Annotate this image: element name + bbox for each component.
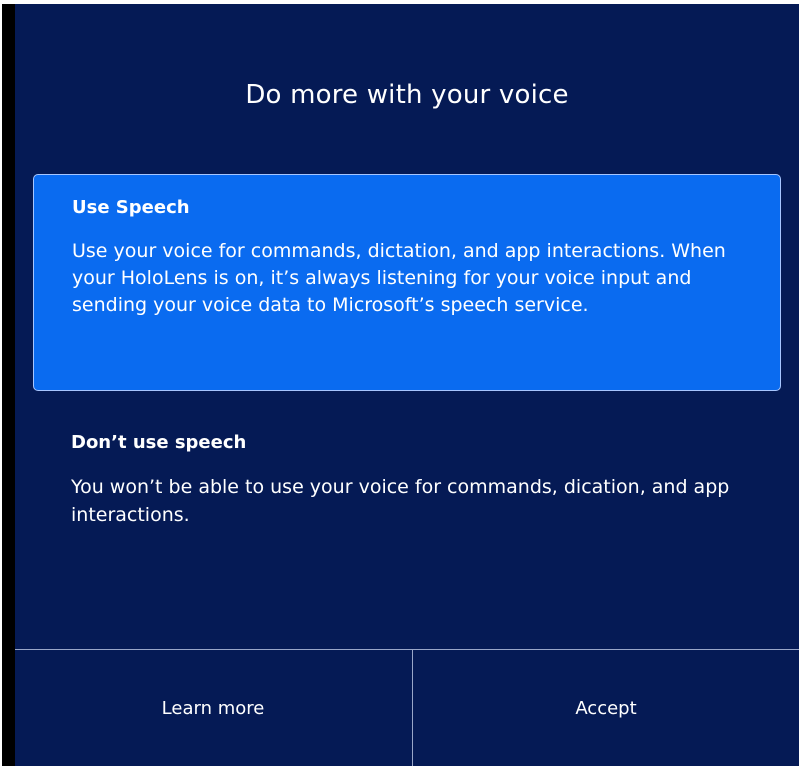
voice-dialog: Do more with your voice Use Speech Use y… [2, 4, 799, 766]
button-bar: Learn more Accept [15, 649, 799, 766]
option-use-speech-description: Use your voice for commands, dictation, … [72, 240, 726, 316]
option-dont-use-speech[interactable]: Don’t use speech You won’t be able to us… [33, 410, 781, 560]
option-use-speech[interactable]: Use Speech Use your voice for commands, … [33, 174, 781, 391]
dialog-title: Do more with your voice [245, 80, 569, 110]
option-dont-use-speech-title: Don’t use speech [71, 432, 247, 453]
option-use-speech-title: Use Speech [72, 197, 190, 218]
option-dont-use-speech-description: You won’t be able to use your voice for … [71, 476, 730, 526]
screen: Do more with your voice Use Speech Use y… [0, 0, 801, 771]
accept-button[interactable]: Accept [412, 650, 799, 766]
learn-more-button[interactable]: Learn more [15, 650, 411, 766]
